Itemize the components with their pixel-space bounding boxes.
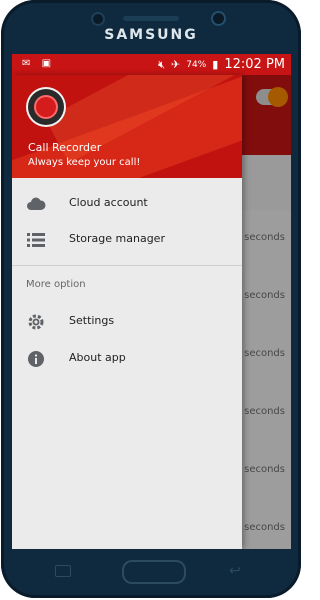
menu-item-storage-manager[interactable]: Storage manager bbox=[12, 222, 242, 258]
front-camera bbox=[213, 13, 224, 24]
drawer-header: Call Recorder Always keep your call! bbox=[12, 75, 242, 178]
storage-list-icon bbox=[26, 230, 46, 250]
battery-percent: 74% bbox=[186, 59, 207, 70]
menu-item-settings[interactable]: Settings bbox=[12, 304, 242, 340]
menu-item-label: Settings bbox=[69, 314, 115, 327]
status-bar: ✉ ▣ 🔇︎ ✈ 74% ▮ 12:02 PM bbox=[12, 54, 291, 75]
airplane-icon: ✈ bbox=[171, 58, 181, 71]
notification-icons: ✉ ▣ bbox=[22, 58, 51, 69]
phone-top-bezel: SAMSUNG bbox=[1, 0, 301, 56]
status-right: 🔇︎ ✈ 74% ▮ 12:02 PM bbox=[158, 57, 285, 72]
gear-icon bbox=[26, 312, 46, 332]
device-brand: SAMSUNG bbox=[104, 27, 198, 43]
app-logo bbox=[28, 89, 64, 125]
battery-icon: ▮ bbox=[212, 58, 219, 71]
mute-icon: 🔇︎ bbox=[158, 57, 166, 71]
back-button[interactable]: ↩ bbox=[229, 563, 241, 579]
app-name: Call Recorder bbox=[28, 141, 102, 154]
message-notification-icon: ✉ bbox=[22, 58, 31, 69]
app-tagline: Always keep your call! bbox=[28, 157, 141, 168]
navigation-drawer: Call Recorder Always keep your call! Clo… bbox=[12, 75, 242, 549]
recent-apps-button[interactable] bbox=[55, 565, 71, 577]
menu-item-label: Storage manager bbox=[69, 232, 165, 245]
menu-item-cloud-account[interactable]: Cloud account bbox=[12, 186, 242, 222]
divider bbox=[12, 265, 242, 266]
screen: ✉ ▣ 🔇︎ ✈ 74% ▮ 12:02 PM 3 seconds 6 seco… bbox=[12, 54, 291, 549]
clock: 12:02 PM bbox=[224, 57, 285, 72]
section-title: More option bbox=[26, 279, 86, 290]
image-notification-icon: ▣ bbox=[41, 58, 52, 69]
phone-frame: SAMSUNG ✉ ▣ 🔇︎ ✈ 74% ▮ 12:02 PM 3 second… bbox=[1, 0, 301, 598]
info-icon bbox=[26, 349, 46, 369]
menu-item-label: Cloud account bbox=[69, 196, 148, 209]
front-sensor bbox=[93, 14, 103, 24]
menu-item-label: About app bbox=[69, 351, 126, 364]
earpiece-speaker bbox=[123, 16, 179, 21]
record-icon bbox=[36, 97, 56, 117]
menu-item-about-app[interactable]: About app bbox=[12, 341, 242, 377]
home-button[interactable] bbox=[122, 560, 186, 584]
cloud-icon bbox=[26, 194, 46, 214]
